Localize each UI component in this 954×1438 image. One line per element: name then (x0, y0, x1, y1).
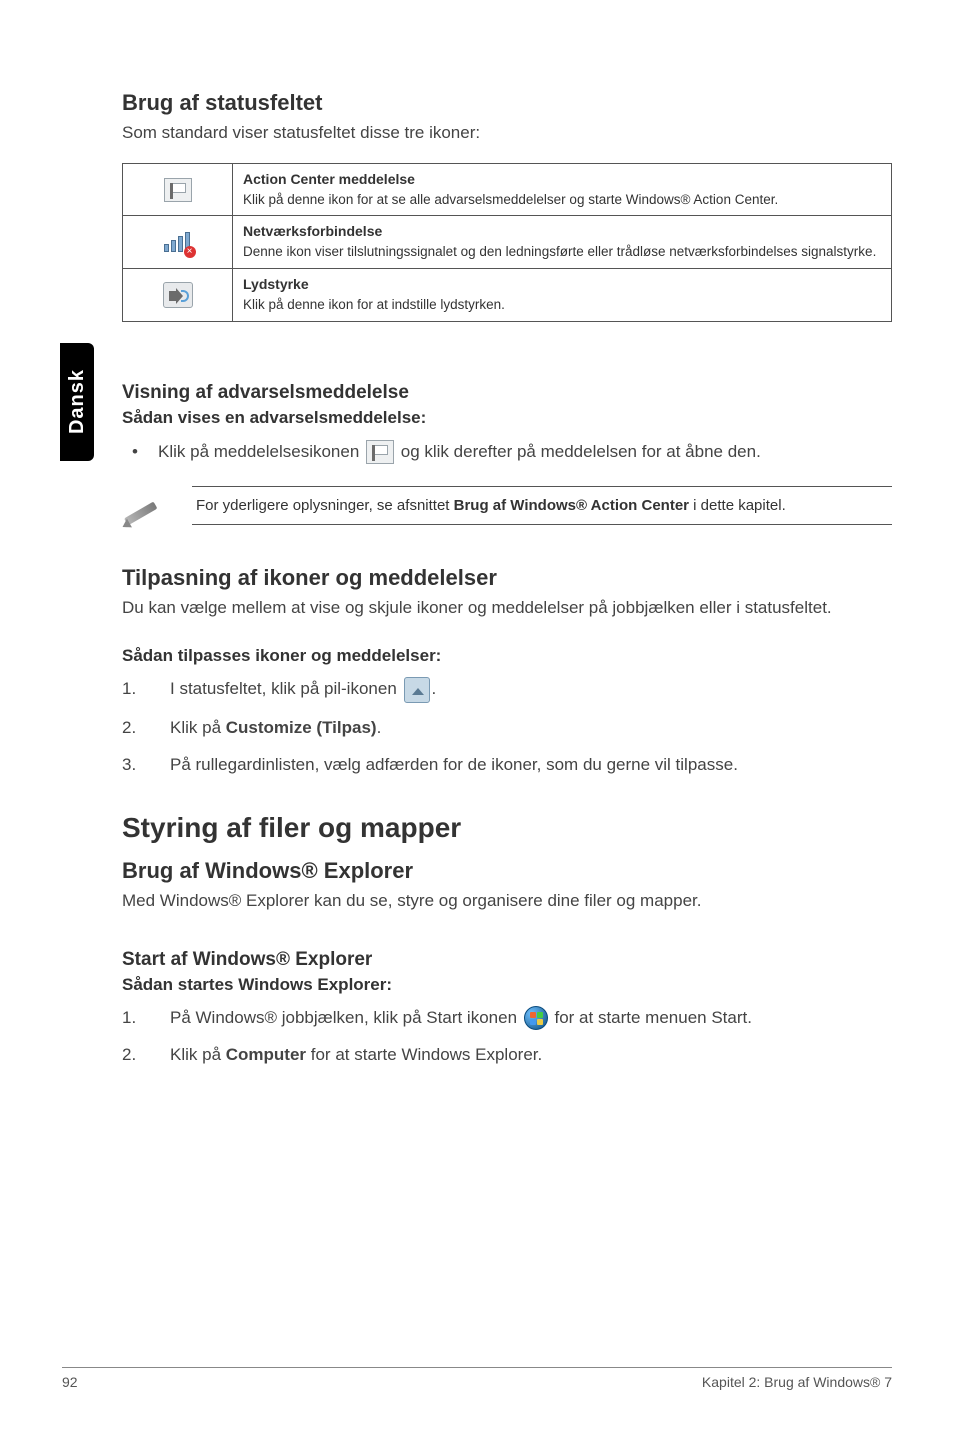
network-icon-cell: × (123, 216, 233, 269)
row-title: Netværksforbindelse (243, 223, 881, 239)
note-box: For yderligere oplysninger, se afsnittet… (192, 486, 892, 525)
volume-icon-cell (123, 269, 233, 322)
action-center-icon-cell (123, 163, 233, 216)
list-item: I statusfeltet, klik på pil-ikonen . (122, 676, 892, 703)
note-bold: Brug af Windows® Action Center (454, 497, 689, 514)
intro-explorer: Med Windows® Explorer kan du se, styre o… (122, 890, 892, 913)
page-footer: 92 Kapitel 2: Brug af Windows® 7 (62, 1367, 892, 1390)
list-item: Klik på Computer for at starte Windows E… (122, 1042, 892, 1068)
heading-start-sub: Sådan startes Windows Explorer: (122, 975, 892, 995)
row-desc: Klik på denne ikon for at indstille lyds… (243, 297, 505, 312)
heading-tilpasses: Sådan tilpasses ikoner og meddelelser: (122, 646, 892, 666)
intro-statusfeltet: Som standard viser statusfeltet disse tr… (122, 122, 892, 145)
network-text-cell: Netværksforbindelse Denne ikon viser til… (233, 216, 892, 269)
step-text: I statusfeltet, klik på pil-ikonen (170, 679, 402, 698)
volume-text-cell: Lydstyrke Klik på denne ikon for at inds… (233, 269, 892, 322)
note-text-1: For yderligere oplysninger, se afsnittet (196, 497, 454, 514)
heading-statusfeltet: Brug af statusfeltet (122, 90, 892, 116)
heading-explorer: Brug af Windows® Explorer (122, 858, 892, 884)
heading-styring: Styring af filer og mapper (122, 812, 892, 844)
step-text: På rullegardinlisten, vælg adfærden for … (170, 755, 738, 774)
row-title: Action Center meddelelse (243, 171, 881, 187)
table-row: Action Center meddelelse Klik på denne i… (123, 163, 892, 216)
pencil-icon (122, 492, 162, 532)
bullet-text-1: Klik på meddelelsesikonen (158, 442, 364, 461)
language-side-tab: Dansk (60, 343, 94, 461)
start-orb-icon (524, 1006, 548, 1030)
heading-visning-sub: Sådan vises en advarselsmeddelelse: (122, 408, 892, 428)
action-center-text-cell: Action Center meddelelse Klik på denne i… (233, 163, 892, 216)
list-item: Klik på Customize (Tilpas). (122, 715, 892, 741)
step-text: Klik på (170, 1045, 226, 1064)
heading-visning: Visning af advarselsmeddelelse (122, 382, 892, 404)
step-text-end: . (432, 679, 437, 698)
bullet-dot: • (132, 438, 138, 467)
intro-tilpasning: Du kan vælge mellem at vise og skjule ik… (122, 597, 892, 620)
steps-start: På Windows® jobbjælken, klik på Start ik… (122, 1005, 892, 1068)
heading-tilpasning: Tilpasning af ikoner og meddelelser (122, 565, 892, 591)
steps-tilpas: I statusfeltet, klik på pil-ikonen . Kli… (122, 676, 892, 778)
volume-icon (163, 282, 193, 308)
flag-icon (164, 178, 192, 202)
page-content: Brug af statusfeltet Som standard viser … (122, 90, 892, 1080)
note-row: For yderligere oplysninger, se afsnittet… (122, 486, 892, 537)
step-text-end: . (377, 718, 382, 737)
step-bold: Customize (Tilpas) (226, 718, 377, 737)
network-icon: × (162, 228, 194, 256)
bullet-line: • Klik på meddelelsesikonen og klik dere… (158, 438, 892, 467)
row-desc: Denne ikon viser tilslutningssignalet og… (243, 244, 876, 259)
step-text: På Windows® jobbjælken, klik på Start ik… (170, 1008, 522, 1027)
note-pencil-cell (122, 486, 192, 537)
row-title: Lydstyrke (243, 276, 881, 292)
heading-start: Start af Windows® Explorer (122, 949, 892, 971)
step-text-end: for at starte Windows Explorer. (306, 1045, 542, 1064)
step-text: Klik på (170, 718, 226, 737)
row-desc: Klik på denne ikon for at se alle advars… (243, 192, 778, 207)
list-item: På Windows® jobbjælken, klik på Start ik… (122, 1005, 892, 1031)
table-row: Lydstyrke Klik på denne ikon for at inds… (123, 269, 892, 322)
page-number: 92 (62, 1374, 78, 1390)
flag-icon (366, 440, 394, 464)
table-row: × Netværksforbindelse Denne ikon viser t… (123, 216, 892, 269)
step-text-end: for at starte menuen Start. (554, 1008, 751, 1027)
arrow-up-icon (404, 677, 430, 703)
status-icon-table: Action Center meddelelse Klik på denne i… (122, 163, 892, 322)
language-label: Dansk (66, 369, 89, 434)
step-bold: Computer (226, 1045, 306, 1064)
note-text-2: i dette kapitel. (689, 497, 786, 514)
list-item: På rullegardinlisten, vælg adfærden for … (122, 752, 892, 778)
chapter-label: Kapitel 2: Brug af Windows® 7 (702, 1374, 892, 1390)
bullet-text-2: og klik derefter på meddelelsen for at å… (401, 442, 761, 461)
